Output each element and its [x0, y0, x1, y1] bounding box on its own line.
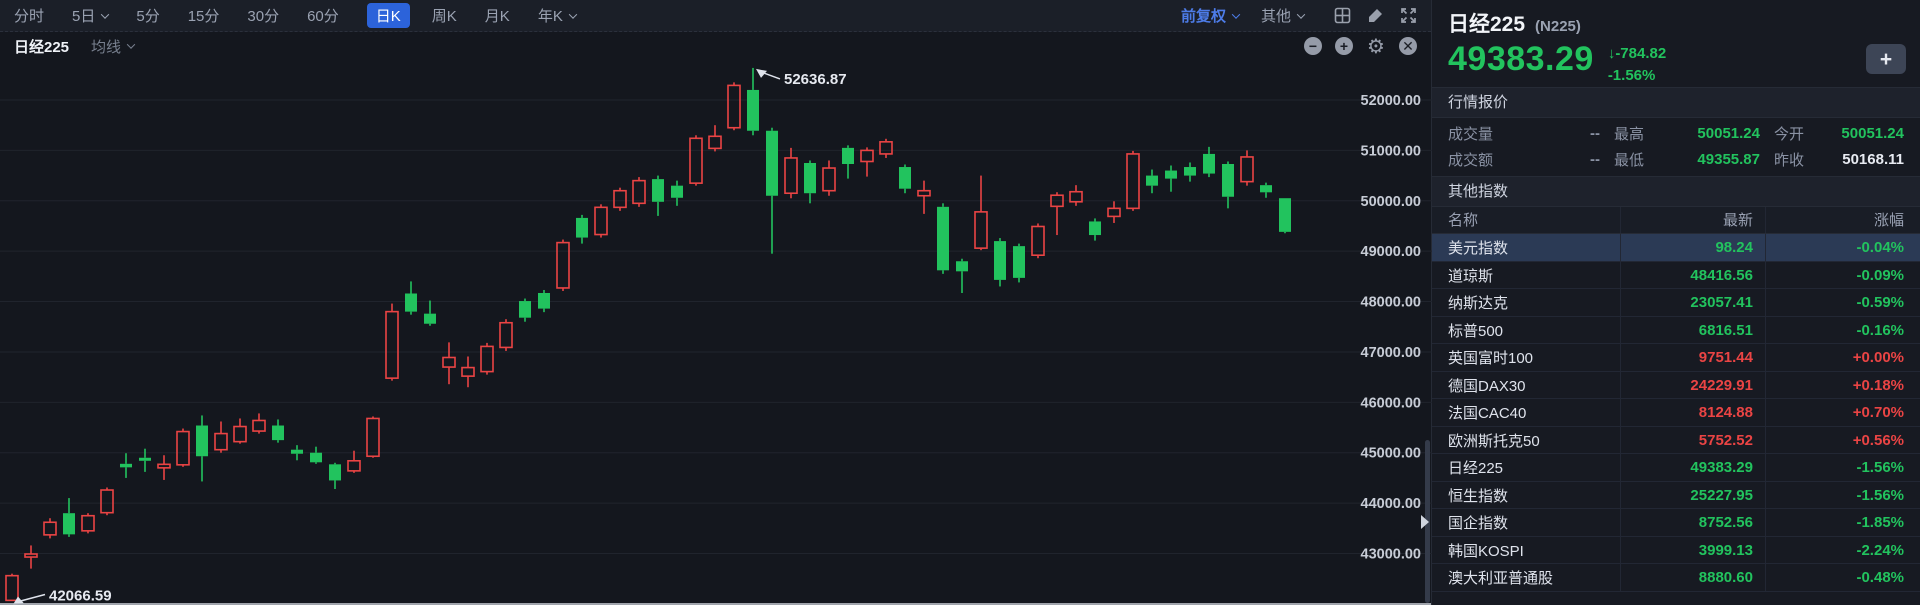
- fullscreen-icon[interactable]: [1400, 7, 1417, 24]
- index-row[interactable]: 日经225 49383.29 -1.56%: [1432, 454, 1920, 482]
- quote-panel: 日经225 (N225) 49383.29 ↓-784.82 -1.56% + …: [1432, 0, 1920, 605]
- price-change: -784.82: [1615, 45, 1666, 62]
- quote-section-title: 行情报价: [1432, 88, 1920, 118]
- symbol-code: (N225): [1535, 18, 1581, 35]
- svg-text:42066.59: 42066.59: [49, 588, 112, 605]
- index-row[interactable]: 澳大利亚普通股 8880.60 -0.48%: [1432, 564, 1920, 592]
- tab-60min[interactable]: 60分: [307, 5, 339, 26]
- tab-weekly-k[interactable]: 周K: [432, 5, 457, 26]
- chevron-down-icon: [569, 10, 577, 18]
- zoom-in-button[interactable]: +: [1335, 37, 1353, 55]
- prev-close-label: 昨收: [1774, 149, 1804, 170]
- tab-minute[interactable]: 分时: [14, 5, 44, 26]
- tab-15min[interactable]: 15分: [188, 5, 220, 26]
- toolbar-icons: [1334, 7, 1417, 24]
- tab-daily-k[interactable]: 日K: [367, 3, 410, 28]
- add-to-watchlist-button[interactable]: +: [1866, 44, 1906, 74]
- svg-text:49000.00: 49000.00: [1361, 244, 1421, 260]
- chart-canvas[interactable]: 52000.00 51000.00 50000.00 49000.00 48000.00…: [0, 60, 1432, 605]
- chart-header: 日经225 均线 − + ⚙ ✕: [0, 32, 1431, 60]
- index-row[interactable]: 欧洲斯托克50 5752.52 +0.56%: [1432, 427, 1920, 455]
- turnover-value: --: [1590, 151, 1600, 168]
- svg-text:52000.00: 52000.00: [1361, 93, 1421, 109]
- index-row[interactable]: 韩国KOSPI 3999.13 -2.24%: [1432, 537, 1920, 565]
- ma-dropdown[interactable]: 均线: [91, 36, 134, 57]
- chevron-down-icon: [1297, 10, 1305, 18]
- col-header-chg: 涨幅: [1765, 207, 1920, 234]
- partial-next-row: [1432, 592, 1920, 605]
- index-row[interactable]: 德国DAX30 24229.91 +0.18%: [1432, 372, 1920, 400]
- chevron-down-icon: [127, 40, 135, 48]
- tab-30min[interactable]: 30分: [247, 5, 279, 26]
- chevron-down-icon: [101, 10, 109, 18]
- index-row[interactable]: 纳斯达克 23057.41 -0.59%: [1432, 289, 1920, 317]
- candlestick-chart[interactable]: 52000.00 51000.00 50000.00 49000.00 48000.00…: [0, 60, 1432, 605]
- low-label: 最低: [1614, 149, 1644, 170]
- low-value: 49355.87: [1697, 151, 1760, 168]
- close-chart-button[interactable]: ✕: [1399, 37, 1417, 55]
- svg-text:46000.00: 46000.00: [1361, 395, 1421, 411]
- toolbar-right-group: 前复权 其他: [1181, 5, 1417, 26]
- index-row[interactable]: 法国CAC40 8124.88 +0.70%: [1432, 399, 1920, 427]
- price-change-pct: -1.56%: [1608, 65, 1666, 87]
- indices-section-title: 其他指数: [1432, 177, 1920, 207]
- svg-text:51000.00: 51000.00: [1361, 143, 1421, 159]
- turnover-label: 成交额: [1448, 149, 1493, 170]
- volume-value: --: [1590, 125, 1600, 142]
- adjust-dropdown[interactable]: 前复权: [1181, 5, 1239, 26]
- indices-table: 美元指数 98.24 -0.04% 道琼斯 48416.56 -0.09% 纳斯…: [1432, 234, 1920, 592]
- panel-header: 日经225 (N225) 49383.29 ↓-784.82 -1.56% +: [1432, 0, 1920, 88]
- panel-expand-arrow-icon[interactable]: [1421, 515, 1429, 529]
- grid-layout-icon[interactable]: [1334, 7, 1351, 24]
- svg-text:50000.00: 50000.00: [1361, 194, 1421, 210]
- settings-gear-icon[interactable]: ⚙: [1366, 36, 1386, 56]
- high-value: 50051.24: [1697, 125, 1760, 142]
- index-row[interactable]: 恒生指数 25227.95 -1.56%: [1432, 482, 1920, 510]
- zoom-out-button[interactable]: −: [1304, 37, 1322, 55]
- symbol-title: 日经225: [1448, 8, 1525, 38]
- open-label: 今开: [1774, 123, 1804, 144]
- index-row[interactable]: 道琼斯 48416.56 -0.09%: [1432, 262, 1920, 290]
- col-header-last: 最新: [1620, 207, 1765, 234]
- svg-text:43000.00: 43000.00: [1361, 547, 1421, 563]
- high-label: 最高: [1614, 123, 1644, 144]
- svg-text:44000.00: 44000.00: [1361, 496, 1421, 512]
- index-row[interactable]: 美元指数 98.24 -0.04%: [1432, 234, 1920, 262]
- svg-text:52636.87: 52636.87: [784, 71, 847, 88]
- col-header-name: 名称: [1432, 209, 1620, 230]
- tab-5day[interactable]: 5日: [72, 5, 108, 26]
- last-price: 49383.29: [1448, 40, 1594, 79]
- symbol-name: 日经225: [14, 36, 69, 57]
- tab-monthly-k[interactable]: 月K: [485, 5, 510, 26]
- tab-yearly-k[interactable]: 年K: [538, 5, 576, 26]
- brush-icon[interactable]: [1367, 7, 1384, 24]
- prev-close-value: 50168.11: [1842, 151, 1904, 168]
- svg-text:47000.00: 47000.00: [1361, 345, 1421, 361]
- open-value: 50051.24: [1841, 125, 1904, 142]
- period-toolbar: 分时 5日 5分 15分 30分 60分 日K 周K 月K 年K 前复权 其他: [0, 0, 1431, 32]
- app-window: 分时 5日 5分 15分 30分 60分 日K 周K 月K 年K 前复权 其他 …: [0, 0, 1920, 605]
- chart-action-icons: − + ⚙ ✕: [1304, 36, 1417, 56]
- index-row[interactable]: 国企指数 8752.56 -1.85%: [1432, 509, 1920, 537]
- other-dropdown[interactable]: 其他: [1261, 5, 1304, 26]
- indices-table-header: 名称 最新 涨幅: [1432, 207, 1920, 235]
- svg-text:48000.00: 48000.00: [1361, 295, 1421, 311]
- price-change-block: ↓-784.82 -1.56%: [1608, 43, 1666, 87]
- quote-grid: 成交量 -- 最高 50051.24 今开 50051.24 成交额 -- 最低 4935…: [1432, 118, 1920, 177]
- chevron-down-icon: [1232, 10, 1240, 18]
- volume-label: 成交量: [1448, 123, 1493, 144]
- chart-region: 分时 5日 5分 15分 30分 60分 日K 周K 月K 年K 前复权 其他 …: [0, 0, 1432, 605]
- tab-5min[interactable]: 5分: [136, 5, 159, 26]
- index-row[interactable]: 英国富时100 9751.44 +0.00%: [1432, 344, 1920, 372]
- index-row[interactable]: 标普500 6816.51 -0.16%: [1432, 317, 1920, 345]
- svg-text:45000.00: 45000.00: [1361, 446, 1421, 462]
